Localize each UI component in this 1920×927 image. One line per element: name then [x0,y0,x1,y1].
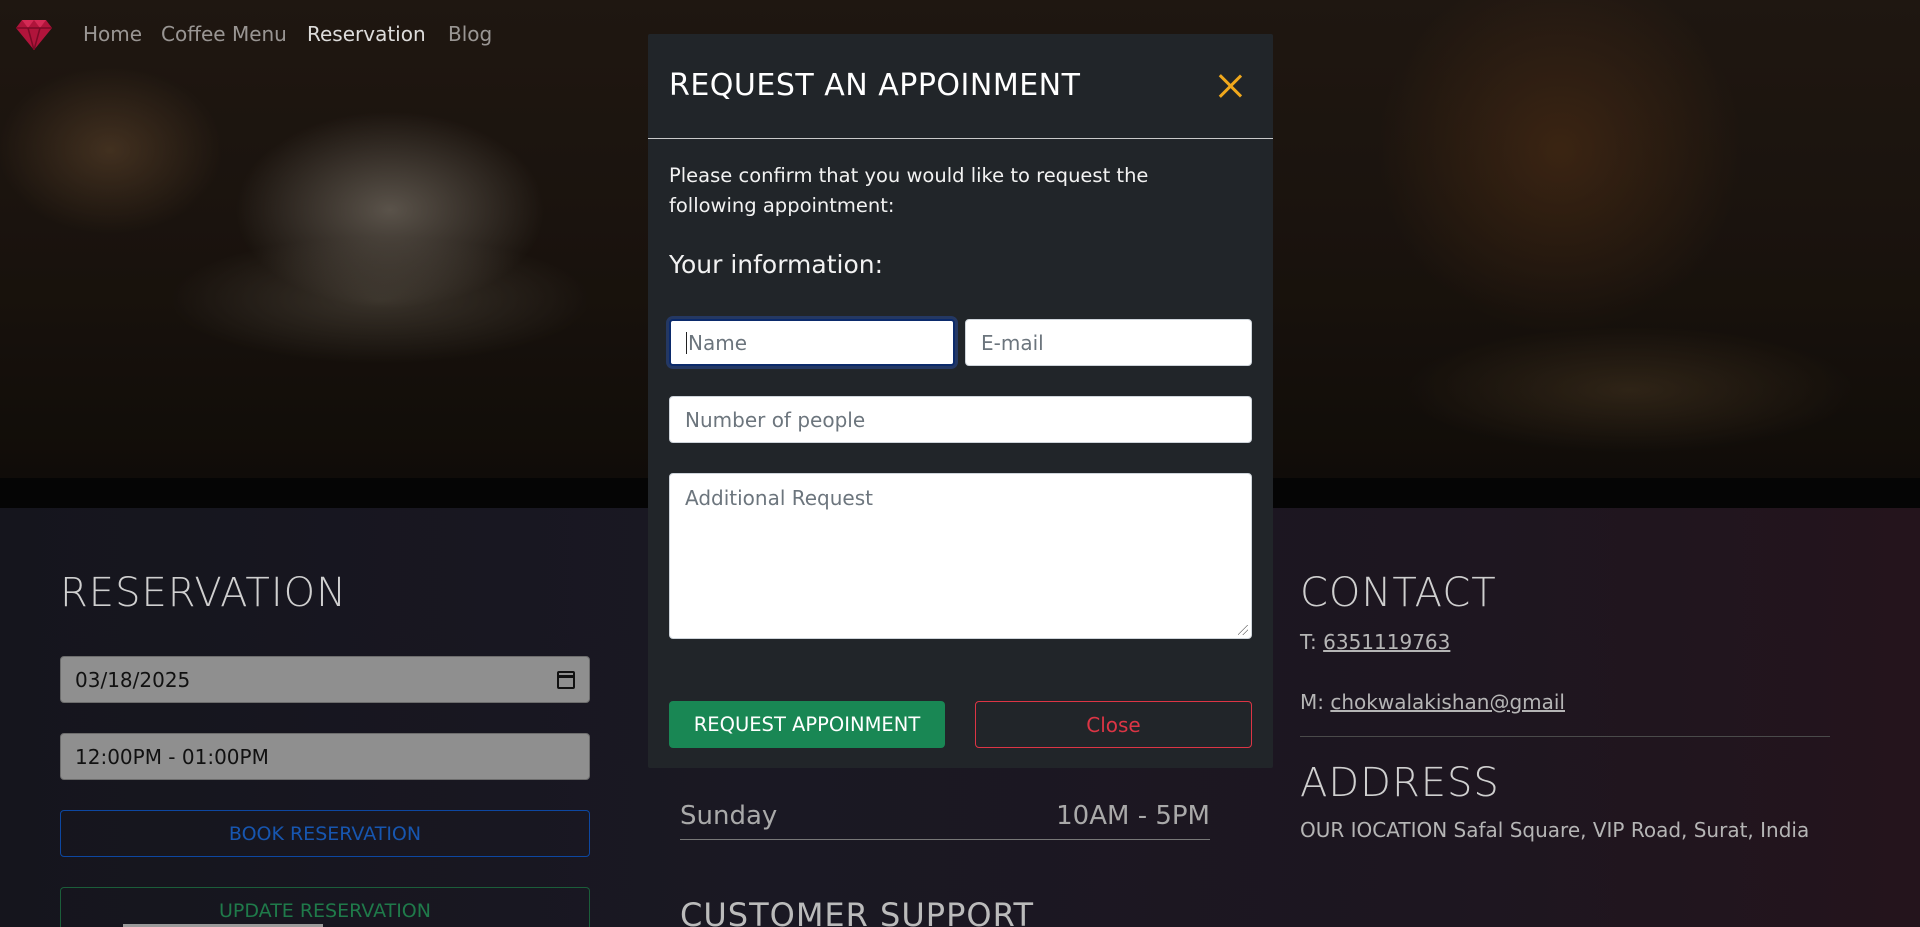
close-button[interactable]: Close [975,701,1252,748]
phone-link[interactable]: 6351119763 [1323,630,1450,654]
modal-header: REQUEST AN APPOINMENT [648,34,1273,139]
contact-email: M: chokwalakishan@gmail [1300,690,1565,714]
contact-title: CONTACT [1300,570,1497,616]
nav-link-coffee-menu[interactable]: Coffee Menu [161,22,287,46]
hours-time: 10AM - 5PM [1056,800,1210,831]
update-reservation-button[interactable]: UPDATE RESERVATION [60,887,590,927]
request-placeholder: Additional Request [685,486,873,510]
nav-link-reservation[interactable]: Reservation [307,22,426,46]
book-reservation-button[interactable]: BOOK RESERVATION [60,810,590,857]
address-title: ADDRESS [1300,760,1500,806]
name-input[interactable]: Name [669,319,955,366]
customer-support-title: CUSTOMER SUPPORT [680,896,1035,927]
appointment-modal: REQUEST AN APPOINMENT Please confirm tha… [648,34,1273,768]
phone-prefix: T: [1300,630,1317,654]
time-value: 12:00PM - 01:00PM [75,744,269,769]
gem-icon[interactable] [16,16,52,50]
contact-phone: T: 6351119763 [1300,630,1450,654]
nav-link-blog[interactable]: Blog [448,22,492,46]
text-caret [686,331,687,354]
hours-day: Sunday [680,800,778,831]
people-placeholder: Number of people [685,407,866,432]
modal-subtitle: Your information: [669,250,884,279]
time-select[interactable]: 12:00PM - 01:00PM [60,733,590,780]
hours-row-sunday: Sunday 10AM - 5PM [680,792,1210,840]
reservation-title: RESERVATION [60,570,348,616]
mail-prefix: M: [1300,690,1324,714]
modal-message: Please confirm that you would like to re… [669,164,1149,217]
email-input[interactable]: E-mail [965,319,1252,366]
nav-link-home[interactable]: Home [83,22,142,46]
address-text: OUR IOCATION Safal Square, VIP Road, Sur… [1300,818,1810,842]
request-appointment-button[interactable]: REQUEST APPOINMENT [669,701,945,748]
date-value: 03/18/2025 [75,667,191,692]
resize-handle-icon[interactable] [1238,625,1248,635]
name-placeholder: Name [688,330,748,355]
email-placeholder: E-mail [981,330,1044,355]
people-input[interactable]: Number of people [669,396,1252,443]
date-input[interactable]: 03/18/2025 [60,656,590,703]
navbar: Home Coffee Menu Reservation Blog [0,0,600,68]
close-icon[interactable] [1215,71,1245,101]
calendar-icon[interactable] [557,670,575,689]
email-link[interactable]: chokwalakishan@gmail [1330,690,1565,714]
modal-title: REQUEST AN APPOINMENT [669,68,1081,103]
contact-divider [1300,736,1830,737]
additional-request-textarea[interactable]: Additional Request [669,473,1252,639]
